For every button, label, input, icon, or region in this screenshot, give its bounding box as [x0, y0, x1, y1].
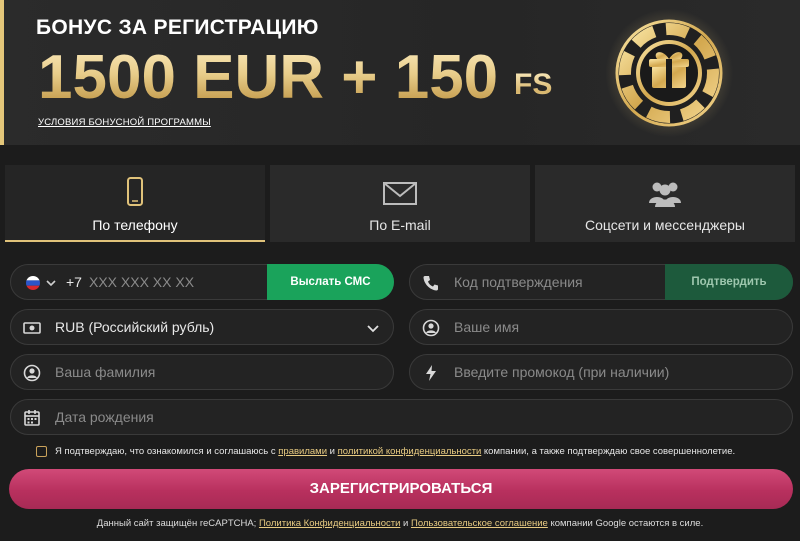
recaptcha-note: Данный сайт защищён reCAPTCHA; Политика … [0, 518, 800, 529]
send-sms-button[interactable]: Выслать СМС [267, 264, 394, 300]
privacy-link[interactable]: политикой конфиденциальности [338, 446, 482, 457]
russia-flag-icon [26, 276, 40, 290]
google-privacy-link[interactable]: Политика Конфиденциальности [259, 518, 400, 529]
banknote-icon [23, 322, 41, 334]
name-input[interactable]: Ваше имя [454, 319, 519, 335]
captcha-part2: и [400, 518, 411, 529]
promo-input[interactable]: Введите промокод (при наличии) [454, 364, 669, 380]
tab-phone-label: По телефону [92, 217, 178, 233]
tab-phone[interactable]: По телефону [5, 165, 265, 242]
calendar-icon [24, 410, 40, 426]
consent-part3: компании, а также подтверждаю свое совер… [481, 446, 736, 457]
tab-social[interactable]: Соцсети и мессенджеры [535, 165, 795, 242]
confirm-button[interactable]: Подтвердить [665, 264, 793, 300]
birthdate-input[interactable]: Дата рождения [55, 409, 154, 425]
register-button[interactable]: ЗАРЕГИСТРИРОВАТЬСЯ [9, 469, 793, 509]
bonus-banner: БОНУС ЗА РЕГИСТРАЦИЮ 1500 EUR + 150 FS У… [0, 0, 800, 145]
surname-field[interactable]: Ваша фамилия [10, 354, 394, 390]
bonus-terms-link[interactable]: УСЛОВИЯ БОНУСНОЙ ПРОГРАММЫ [38, 117, 211, 128]
envelope-icon [383, 182, 417, 205]
consent-part2: и [327, 446, 338, 457]
phone-handset-icon [423, 276, 438, 291]
lightning-icon [426, 365, 436, 381]
tab-email[interactable]: По E-mail [270, 165, 530, 242]
tab-social-label: Соцсети и мессенджеры [584, 217, 745, 233]
name-field[interactable]: Ваше имя [409, 309, 793, 345]
currency-value: RUB (Российский рубль) [55, 319, 215, 335]
rules-link[interactable]: правилами [278, 446, 327, 457]
google-terms-link[interactable]: Пользовательское соглашение [411, 518, 548, 529]
consent-text: Я подтверждаю, что ознакомился и соглаша… [55, 446, 735, 457]
banner-fs: FS [514, 68, 553, 101]
banner-amount: 1500 EUR + 150 [38, 38, 498, 118]
user-icon [23, 364, 41, 382]
currency-select[interactable]: RUB (Российский рубль) [10, 309, 394, 345]
chevron-down-icon[interactable] [367, 324, 379, 333]
consent-part1: Я подтверждаю, что ознакомился и соглаша… [55, 446, 279, 457]
banner-subtitle: БОНУС ЗА РЕГИСТРАЦИЮ [36, 16, 319, 39]
promo-field[interactable]: Введите промокод (при наличии) [409, 354, 793, 390]
captcha-part3: компании Google остаются в силе. [547, 518, 704, 529]
gift-chip-icon [605, 9, 733, 137]
phone-input[interactable]: XXX XXX XX XX [89, 274, 194, 290]
code-field[interactable]: Код подтверждения Подтвердить [409, 264, 793, 300]
consent-checkbox[interactable] [36, 446, 47, 457]
captcha-part1: Данный сайт защищён reCAPTCHA; [96, 518, 259, 529]
users-icon [649, 182, 681, 207]
chevron-down-icon[interactable] [46, 279, 56, 287]
code-input[interactable]: Код подтверждения [454, 274, 583, 290]
surname-input[interactable]: Ваша фамилия [55, 364, 155, 380]
phone-prefix: +7 [66, 274, 82, 290]
tab-email-label: По E-mail [369, 217, 431, 233]
phone-icon [127, 177, 143, 206]
registration-tabs: По телефону По E-mail Соцсети и мессендж… [5, 165, 795, 242]
user-icon [422, 319, 440, 337]
birthdate-field[interactable]: Дата рождения [10, 399, 793, 435]
phone-field[interactable]: +7 XXX XXX XX XX Выслать СМС [10, 264, 394, 300]
